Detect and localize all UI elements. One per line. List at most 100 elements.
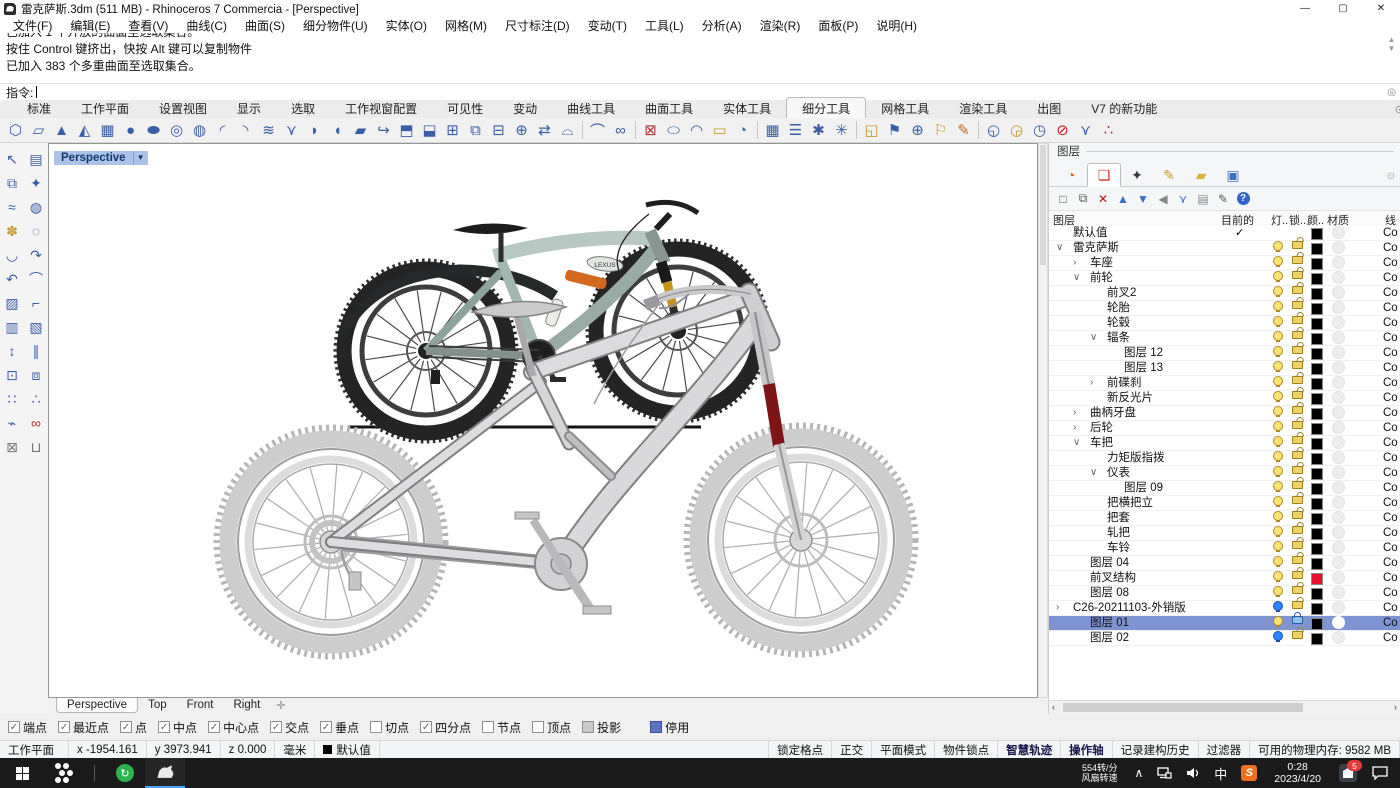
osnap-checkbox[interactable] — [532, 721, 544, 733]
slant-icon[interactable]: ∥ — [24, 339, 48, 363]
layer-material-icon[interactable] — [1332, 556, 1345, 569]
layer-color-swatch[interactable] — [1311, 603, 1323, 615]
osnap-checkbox[interactable]: ✓ — [270, 721, 282, 733]
layer-on-bulb-icon[interactable] — [1273, 541, 1283, 551]
delete-layer-icon[interactable]: ✕ — [1093, 190, 1113, 208]
layer-name[interactable]: 前轮 — [1090, 271, 1113, 285]
layer-row-雷克萨斯[interactable]: ∨雷克萨斯Co — [1049, 241, 1400, 256]
layer-lock-icon[interactable] — [1292, 541, 1303, 549]
layer-row-前碟刹[interactable]: ›前碟刹Co — [1049, 376, 1400, 391]
layer-on-bulb-icon[interactable] — [1273, 526, 1283, 536]
stairs-icon[interactable]: ⌁ — [0, 411, 24, 435]
viewport-vertical-scrollbar[interactable] — [1038, 143, 1048, 698]
status-平面模式[interactable]: 平面模式 — [872, 741, 935, 758]
layer-material-icon[interactable] — [1332, 301, 1345, 314]
layer-row-把套[interactable]: 把套Co — [1049, 511, 1400, 526]
subd-swap-icon[interactable]: ⇄ — [533, 119, 556, 141]
layer-material-icon[interactable] — [1332, 316, 1345, 329]
layer-color-swatch[interactable] — [1311, 558, 1323, 570]
layer-material-icon[interactable] — [1332, 286, 1345, 299]
layer-material-icon[interactable] — [1332, 511, 1345, 524]
subd-sweep-icon[interactable]: ↪ — [372, 119, 395, 141]
menu-item-网格(M)[interactable]: 网格(M) — [436, 17, 496, 34]
layer-material-icon[interactable] — [1332, 271, 1345, 284]
layer-lock-icon[interactable] — [1292, 481, 1303, 489]
layer-color-swatch[interactable] — [1311, 348, 1323, 360]
display-tab[interactable]: ◔ — [1055, 164, 1087, 186]
layer-material-icon[interactable] — [1332, 361, 1345, 374]
toolbar-tab-曲面工具[interactable]: 曲面工具 — [630, 98, 708, 118]
osnap-中点[interactable]: ✓中点 — [158, 719, 197, 736]
layer-lock-icon[interactable] — [1292, 631, 1303, 639]
toolbar-tab-V7 的新功能[interactable]: V7 的新功能 — [1076, 98, 1172, 118]
scroll-right-icon[interactable]: › — [1394, 702, 1397, 712]
layers-stack-icon[interactable]: ⧉ — [0, 171, 24, 195]
layer-row-图层 02[interactable]: 图层 02Co — [1049, 631, 1400, 646]
cards-icon[interactable]: ▨ — [0, 291, 24, 315]
help-tab[interactable]: ▣ — [1217, 164, 1249, 186]
layer-material-icon[interactable] — [1332, 571, 1345, 584]
ime-indicator[interactable]: 中 — [1214, 764, 1227, 783]
status-x -1954.161[interactable]: x -1954.161 — [69, 741, 147, 758]
layer-lock-icon[interactable] — [1292, 316, 1303, 324]
menu-item-工具(L)[interactable]: 工具(L) — [636, 17, 693, 34]
layer-lock-icon[interactable] — [1292, 376, 1303, 384]
grid-dots-icon[interactable]: ∷ — [0, 387, 24, 411]
layer-color-swatch[interactable] — [1311, 453, 1323, 465]
osnap-四分点[interactable]: ✓四分点 — [420, 719, 471, 736]
layer-linetype[interactable]: Co — [1383, 481, 1398, 495]
toolbar-tab-选取[interactable]: 选取 — [276, 98, 330, 118]
layer-on-bulb-icon[interactable] — [1273, 466, 1283, 476]
osnap-端点[interactable]: ✓端点 — [8, 719, 47, 736]
select-arrow-icon[interactable]: ↖ — [0, 147, 24, 171]
subd-display-grid-icon[interactable]: ▦ — [761, 119, 784, 141]
subd-arc-2-icon[interactable]: ◝ — [234, 119, 257, 141]
layer-color-swatch[interactable] — [1311, 513, 1323, 525]
layer-color-swatch[interactable] — [1311, 273, 1323, 285]
layer-on-bulb-icon[interactable] — [1273, 316, 1283, 326]
maximize-button[interactable]: ▢ — [1324, 0, 1362, 17]
toolbar-tab-可见性[interactable]: 可见性 — [432, 98, 498, 118]
fan-app-icon[interactable] — [44, 758, 84, 788]
layer-name[interactable]: 车铃 — [1107, 541, 1130, 555]
subd-pipe-icon[interactable]: ⊟ — [487, 119, 510, 141]
toolbar-tab-标准[interactable]: 标准 — [12, 98, 66, 118]
layer-material-icon[interactable] — [1332, 496, 1345, 509]
move-down-icon[interactable]: ▼ — [1133, 190, 1153, 208]
rhino-taskbar-icon[interactable]: 7 — [145, 758, 185, 788]
osnap-checkbox[interactable] — [482, 721, 494, 733]
layer-on-bulb-icon[interactable] — [1273, 511, 1283, 521]
layer-on-bulb-icon[interactable] — [1273, 346, 1283, 356]
layer-row-轮毂[interactable]: 轮毂Co — [1049, 316, 1400, 331]
layer-row-前叉2[interactable]: 前叉2Co — [1049, 286, 1400, 301]
expand-icon[interactable]: › — [1073, 256, 1076, 270]
layer-on-bulb-icon[interactable] — [1273, 586, 1283, 596]
curve-icon[interactable]: ↶ — [0, 267, 24, 291]
subd-corner-mixed-icon[interactable]: ◷ — [1028, 119, 1051, 141]
layer-on-bulb-icon[interactable] — [1273, 301, 1283, 311]
layer-linetype[interactable]: Co — [1383, 301, 1398, 315]
expand-icon[interactable]: › — [1073, 406, 1076, 420]
render-tab[interactable]: ✦ — [1121, 164, 1153, 186]
menu-item-文件(F)[interactable]: 文件(F) — [4, 17, 61, 34]
collapse-icon[interactable]: ∨ — [1056, 241, 1063, 255]
layer-on-bulb-icon[interactable] — [1273, 331, 1283, 341]
minimize-button[interactable]: — — [1286, 0, 1324, 17]
layer-material-icon[interactable] — [1332, 346, 1345, 359]
layer-on-bulb-icon[interactable] — [1273, 241, 1283, 251]
osnap-checkbox[interactable]: ✓ — [208, 721, 220, 733]
fan-speed-readout[interactable]: 554转/分 风扇转速 — [1081, 763, 1117, 783]
layer-material-icon[interactable] — [1332, 616, 1345, 629]
layer-linetype[interactable]: Co — [1383, 226, 1398, 240]
layer-material-icon[interactable] — [1332, 601, 1345, 614]
layer-name[interactable]: 车把 — [1090, 436, 1113, 450]
subd-delete-face-icon[interactable]: ⊠ — [639, 119, 662, 141]
toolbar-tab-实体工具[interactable]: 实体工具 — [708, 98, 786, 118]
status-操作轴[interactable]: 操作轴 — [1061, 741, 1113, 758]
toolbar-tab-工作视窗配置[interactable]: 工作视窗配置 — [330, 98, 432, 118]
layer-color-swatch[interactable] — [1311, 528, 1323, 540]
menu-item-细分物件(U)[interactable]: 细分物件(U) — [294, 17, 377, 34]
scrollbar-thumb[interactable] — [1063, 703, 1303, 712]
subd-sheet-icon[interactable]: ▭ — [708, 119, 731, 141]
layer-color-swatch[interactable] — [1311, 588, 1323, 600]
